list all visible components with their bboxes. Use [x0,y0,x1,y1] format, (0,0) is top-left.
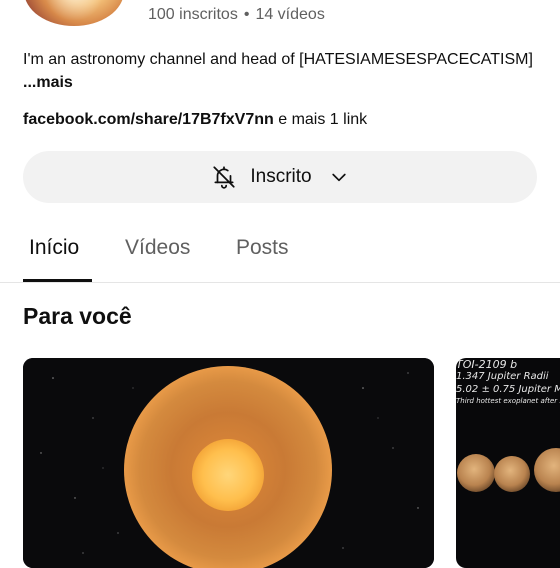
section-title: Para você [23,303,132,329]
video-card[interactable] [23,358,434,568]
subscribed-label: Inscrito [250,166,312,187]
tab-videos[interactable]: Vídeos [125,236,190,260]
tab-posts[interactable]: Posts [236,236,289,260]
card-text-line: 5.02 ± 0.75 Jupiter Masses [456,384,560,395]
active-tab-indicator [23,279,92,282]
bell-off-icon [210,163,238,191]
channel-avatar[interactable] [24,0,124,26]
facebook-link[interactable]: facebook.com/share/17B7fxV7nn [23,111,274,128]
more-links-text[interactable]: e mais 1 link [278,111,367,128]
sun-sphere-thumbnail [23,358,434,568]
channel-stats: 100 inscritos • 14 vídeos [148,6,325,24]
video-card-2[interactable]: TOI-2109 b 1.347 Jupiter Radii 5.02 ± 0.… [456,358,560,568]
video-count: 14 vídeos [255,6,325,23]
tab-inicio[interactable]: Início [29,236,79,260]
stats-separator: • [243,6,250,23]
channel-tabs: Início Vídeos Posts [0,222,560,283]
channel-description[interactable]: I'm an astronomy channel and head of [HA… [23,48,533,94]
card-text-line: Third hottest exoplanet after 55 c [456,397,560,405]
subscriber-count: 100 inscritos [148,6,238,23]
card-text-line: 1.347 Jupiter Radii [456,371,549,382]
card-text-line: TOI-2109 b [456,358,518,371]
subscribed-button[interactable]: Inscrito [23,151,537,203]
description-text: I'm an astronomy channel and head of [HA… [23,51,533,68]
channel-links[interactable]: facebook.com/share/17B7fxV7nn e mais 1 l… [23,111,367,129]
chevron-down-icon [328,166,350,188]
more-link[interactable]: ...mais [23,74,73,91]
